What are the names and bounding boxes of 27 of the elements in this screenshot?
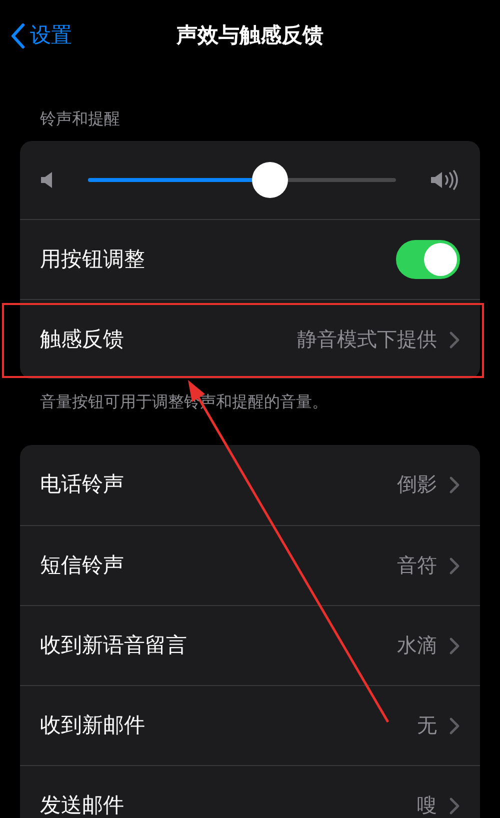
row-label: 收到新邮件 [40, 712, 146, 739]
row-value: 水滴 [397, 634, 437, 658]
row-label: 短信铃声 [40, 552, 125, 579]
row-value: 音符 [397, 554, 437, 578]
row-value: 无 [417, 714, 437, 738]
chevron-icon [449, 636, 460, 654]
row-label: 收到新语音留言 [40, 632, 188, 659]
slider-thumb[interactable] [252, 162, 288, 198]
section-header: 铃声和提醒 [40, 111, 120, 128]
row-label: 用按钮调整 [40, 246, 146, 273]
row-value: 倒影 [397, 473, 437, 498]
chevron-icon [449, 476, 460, 494]
chevron-icon [449, 796, 460, 814]
row-label: 触感反馈 [40, 326, 125, 353]
chevron-icon [449, 556, 460, 574]
chevron-icon [449, 330, 460, 348]
speaker-high-icon [430, 170, 460, 190]
back-chevron-icon [10, 22, 26, 49]
row-label: 电话铃声 [40, 472, 125, 498]
row-value: 静音模式下提供 [297, 328, 437, 352]
row-value: 嗖 [417, 794, 437, 818]
row-label: 发送邮件 [40, 792, 125, 818]
toggle-switch[interactable] [396, 240, 460, 279]
page-title: 声效与触感反馈 [176, 23, 324, 50]
speaker-low-icon [40, 171, 54, 189]
chevron-icon [449, 716, 460, 734]
back-button[interactable]: 设置 [10, 20, 72, 52]
